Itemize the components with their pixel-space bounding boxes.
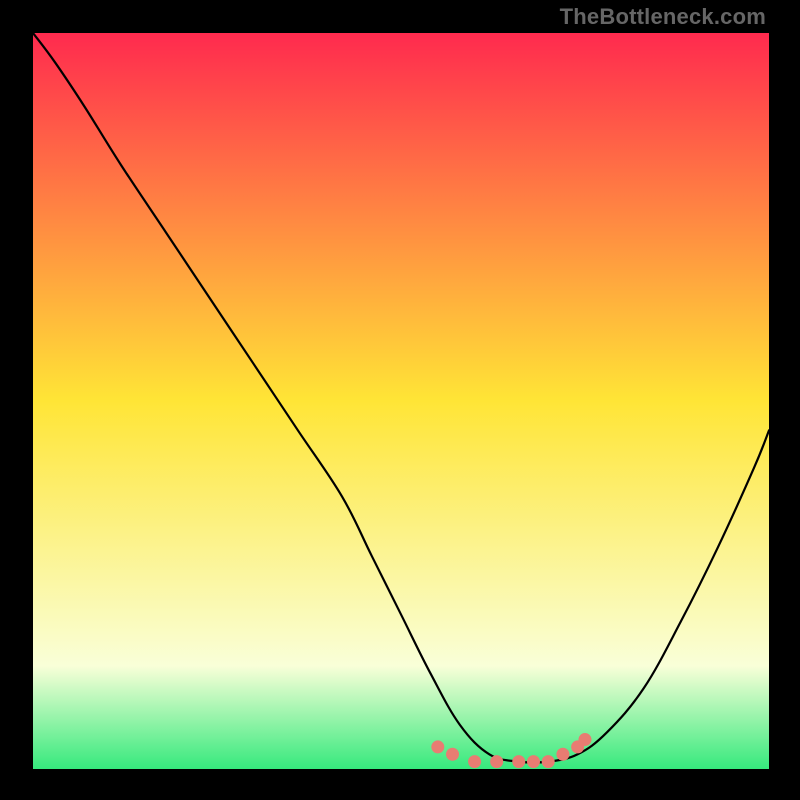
curve-dot bbox=[431, 740, 444, 753]
bottleneck-chart bbox=[33, 33, 769, 769]
curve-dot bbox=[468, 755, 481, 768]
watermark-text: TheBottleneck.com bbox=[560, 4, 766, 30]
curve-dot bbox=[512, 755, 525, 768]
curve-dot bbox=[579, 733, 592, 746]
gradient-background bbox=[33, 33, 769, 769]
chart-frame bbox=[31, 31, 771, 771]
curve-dot bbox=[527, 755, 540, 768]
curve-dot bbox=[446, 748, 459, 761]
curve-dot bbox=[542, 755, 555, 768]
curve-dot bbox=[490, 755, 503, 768]
curve-dot bbox=[556, 748, 569, 761]
